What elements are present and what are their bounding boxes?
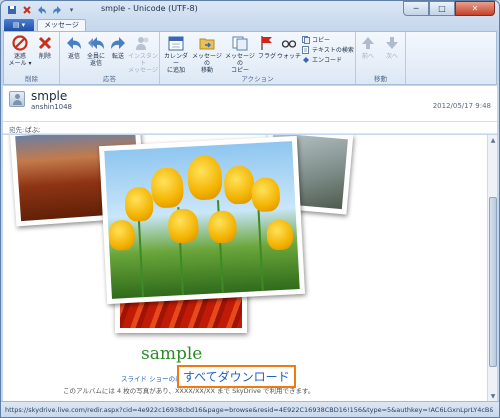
message-subject: smple — [31, 89, 68, 103]
flag-button[interactable]: フラグ — [256, 34, 278, 60]
actions-group-label: アクション — [241, 75, 274, 83]
copy-label: コピー — [312, 37, 331, 44]
message-sender[interactable]: anshin1048 — [31, 103, 72, 111]
message-copy-icon — [231, 34, 249, 52]
move-message-label: メッセージの 移動 — [192, 53, 222, 74]
file-menu-button[interactable]: ▤ ▾ — [4, 19, 34, 31]
reply-all-icon — [87, 34, 105, 52]
message-header: smple anshin1048 2012/05/17 9:48 — [3, 86, 497, 122]
mail-window: ▾ smple - Unicode (UTF-8) ─ □ ✕ ▤ ▾ メッセー… — [0, 0, 500, 418]
next-label: 次へ — [385, 53, 398, 60]
album-note: このアルバムには 4 枚の写真があり、XXXX/XX/XX まで SkyDriv… — [63, 387, 315, 395]
copy-icon — [302, 35, 310, 44]
close-button[interactable]: ✕ — [455, 1, 495, 16]
ribbon-group-respond: 返信 全員に 返信 転送 インスタント メッセージ 応答 — [60, 32, 160, 84]
add-to-calendar-label: カレンダー に追加 — [163, 53, 188, 74]
scroll-down-icon[interactable]: ▼ — [488, 391, 498, 401]
up-arrow-icon — [359, 34, 377, 52]
respond-group-label: 応答 — [103, 75, 116, 83]
forward-arrow-icon — [109, 34, 127, 52]
watch-label: ウォッチ — [277, 53, 302, 60]
copy-message-label: メッセージの コピー — [225, 53, 255, 74]
next-button[interactable]: 次へ — [380, 34, 404, 60]
album-title[interactable]: sample — [141, 344, 202, 364]
message-datetime: 2012/05/17 9:48 — [432, 102, 491, 110]
flag-label: フラグ — [257, 53, 276, 60]
folder-move-icon — [198, 34, 216, 52]
ribbon: 迷惑 メール ▾ 削除 削除 返信 全員に 返信 転送 インスタント メッセージ… — [3, 31, 497, 85]
copy-message-button[interactable]: メッセージの コピー — [223, 34, 257, 74]
maximize-button[interactable]: □ — [429, 1, 455, 16]
recipient-row: 宛先: ぱぶ; — [3, 122, 497, 134]
album-photo-tulips[interactable] — [99, 135, 305, 305]
status-bar: https://skydrive.live.com/redir.aspx?cid… — [1, 401, 499, 417]
window-title: smple - Unicode (UTF-8) — [101, 4, 198, 13]
delete-label: 削除 — [38, 53, 51, 60]
junk-mail-button[interactable]: 迷惑 メール ▾ — [6, 34, 34, 67]
to-label: 宛先: — [9, 126, 25, 134]
tab-bar: ▤ ▾ メッセージ — [1, 19, 499, 31]
previous-label: 前へ — [361, 53, 374, 60]
people-icon — [134, 34, 152, 52]
vertical-scrollbar[interactable]: ▲ ▼ — [487, 135, 497, 401]
sender-avatar-icon — [9, 91, 25, 107]
move-group-label: 移動 — [374, 75, 387, 83]
junk-mail-label: 迷惑 メール ▾ — [8, 53, 32, 67]
forward-icon[interactable] — [50, 3, 63, 16]
scroll-thumb[interactable] — [489, 197, 497, 367]
to-value[interactable]: ぱぶ; — [25, 124, 40, 134]
tab-message[interactable]: メッセージ — [37, 19, 86, 31]
down-arrow-icon — [383, 34, 401, 52]
quick-access-toolbar: ▾ — [5, 3, 78, 16]
title-bar: ▾ smple - Unicode (UTF-8) ─ □ ✕ — [1, 1, 499, 19]
watch-button[interactable]: ウォッチ — [277, 34, 301, 60]
ribbon-group-delete: 迷惑 メール ▾ 削除 削除 — [4, 32, 60, 84]
minimize-button[interactable]: ─ — [403, 1, 429, 16]
delete-icon[interactable] — [20, 3, 33, 16]
delete-button[interactable]: 削除 — [31, 34, 59, 60]
previous-button[interactable]: 前へ — [356, 34, 380, 60]
instant-message-label: インスタント メッセージ — [128, 53, 158, 74]
reply-arrow-icon — [65, 34, 83, 52]
instant-message-button[interactable]: インスタント メッセージ — [126, 34, 160, 74]
find-text-label: テキストの検索 — [312, 47, 354, 54]
glasses-icon — [280, 34, 298, 52]
status-url: https://skydrive.live.com/redir.aspx?cid… — [5, 406, 493, 414]
customize-icon[interactable]: ▾ — [65, 3, 78, 16]
encoding-label: エンコード — [312, 57, 343, 64]
save-icon[interactable] — [5, 3, 18, 16]
move-message-button[interactable]: メッセージの 移動 — [190, 34, 224, 74]
delete-group-label: 削除 — [25, 75, 38, 83]
delete-x-icon — [36, 34, 54, 52]
flag-icon — [258, 34, 276, 52]
add-to-calendar-button[interactable]: カレンダー に追加 — [162, 34, 190, 74]
calendar-icon — [167, 34, 185, 52]
copy-button[interactable]: コピー — [302, 35, 330, 44]
window-controls: ─ □ ✕ — [403, 1, 495, 16]
message-body: sample スライド ショーの表示 すべてダウンロード このアルバムには 4 … — [3, 135, 487, 401]
find-text-button[interactable]: テキストの検索 — [302, 45, 354, 54]
reply-icon[interactable] — [35, 3, 48, 16]
ribbon-group-move: 前へ 次へ 移動 — [356, 32, 406, 84]
encoding-button[interactable]: エンコード — [302, 55, 342, 64]
block-icon — [11, 34, 29, 52]
encoding-icon — [302, 56, 310, 64]
scroll-up-icon[interactable]: ▲ — [488, 135, 498, 145]
ribbon-group-actions: カレンダー に追加 メッセージの 移動 メッセージの コピー フラグ ウォッチ … — [160, 32, 356, 84]
find-text-icon — [302, 45, 310, 54]
